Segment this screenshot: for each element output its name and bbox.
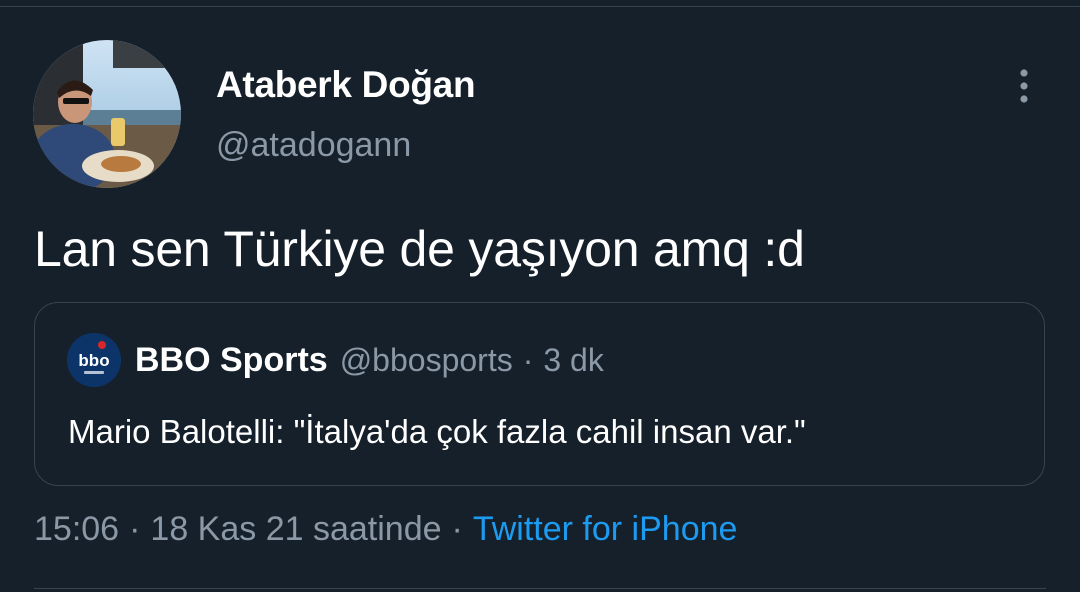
meta-separator-2: · — [451, 510, 463, 548]
quoted-tweet-text: Mario Balotelli: "İtalya'da çok fazla ca… — [68, 413, 806, 450]
top-divider — [0, 6, 1080, 7]
quoted-tweet-card[interactable]: bbo BBO Sports @bbosports · 3 dk Mario B… — [34, 302, 1045, 486]
tweet-meta: 15:06 · 18 Kas 21 saatinde · Twitter for… — [34, 510, 737, 549]
author-display-name[interactable]: Ataberk Doğan — [216, 64, 476, 106]
tweet-source-link[interactable]: Twitter for iPhone — [473, 510, 738, 549]
author-avatar[interactable] — [33, 40, 181, 188]
more-options-button[interactable] — [1008, 66, 1040, 106]
quoted-handle: @bbosports — [339, 341, 513, 378]
meta-separator: · — [129, 510, 141, 548]
quoted-avatar[interactable]: bbo — [67, 333, 121, 387]
bottom-divider — [34, 588, 1046, 589]
author-handle[interactable]: @atadogann — [216, 126, 411, 165]
tweet-time[interactable]: 15:06 — [34, 510, 119, 549]
tweet-text: Lan sen Türkiye de yaşıyon amq :d — [34, 221, 805, 277]
more-vertical-icon — [1020, 69, 1028, 103]
quoted-display-name: BBO Sports — [135, 340, 328, 379]
tweet-date[interactable]: 18 Kas 21 saatinde — [150, 510, 441, 549]
bbo-logo-icon: bbo — [67, 333, 121, 387]
quoted-separator: · — [522, 341, 534, 378]
bbo-logo-text: bbo — [78, 351, 109, 370]
author-avatar-photo — [33, 40, 181, 188]
quoted-tweet-header: bbo BBO Sports @bbosports · 3 dk — [67, 333, 604, 387]
quoted-time[interactable]: 3 dk — [543, 342, 603, 379]
